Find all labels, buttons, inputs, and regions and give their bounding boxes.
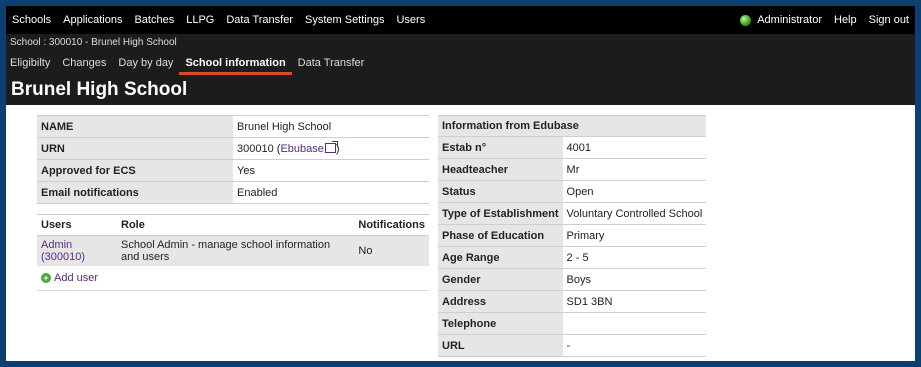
table-row: Telephone [438, 312, 707, 335]
user-role: School Admin - manage school information… [117, 235, 355, 266]
user-link[interactable]: Admin (300010) [37, 235, 117, 266]
page-title: Brunel High School [6, 75, 915, 105]
user-notifications: No [354, 235, 429, 266]
school-details-column: NAME Brunel High School URN 300010 (Ebub… [37, 115, 429, 291]
edubase-value [562, 312, 707, 335]
table-row: Phase of Education Primary [438, 224, 707, 247]
nav-schools[interactable]: Schools [12, 14, 51, 26]
tab-day-by-day[interactable]: Day by day [118, 51, 173, 75]
edubase-value: Open [562, 180, 707, 203]
edubase-value: 4001 [562, 136, 707, 159]
edubase-label: Address [438, 290, 563, 313]
approved-label: Approved for ECS [37, 159, 233, 182]
sub-tabs: Eligibilty Changes Day by day School inf… [6, 51, 915, 75]
table-row: Age Range 2 - 5 [438, 246, 707, 269]
school-info-row: Email notifications Enabled [37, 181, 429, 204]
plus-icon: + [41, 273, 51, 283]
edubase-label: Headteacher [438, 158, 563, 181]
signout-link[interactable]: Sign out [869, 14, 909, 26]
edubase-table: Information from Edubase Estab n° 4001 H… [438, 115, 707, 357]
edubase-column: Information from Edubase Estab n° 4001 H… [438, 115, 707, 357]
tab-eligibility[interactable]: Eligibilty [10, 51, 50, 75]
table-row: URL - [438, 334, 707, 357]
role-col-header: Role [117, 214, 355, 236]
table-row: Type of Establishment Voluntary Controll… [438, 202, 707, 225]
table-row: Address SD1 3BN [438, 290, 707, 313]
app-frame: Schools Applications Batches LLPG Data T… [6, 6, 915, 361]
online-status-icon [740, 14, 752, 26]
user-name[interactable]: Administrator [757, 14, 822, 26]
nav-system-settings[interactable]: System Settings [305, 14, 384, 26]
edubase-value: Boys [562, 268, 707, 291]
email-notifications-label: Email notifications [37, 181, 233, 204]
edubase-label: Type of Establishment [438, 202, 563, 225]
add-user-button[interactable]: + Add user [37, 266, 429, 291]
urn-value: 300010 [237, 142, 274, 155]
table-row: Status Open [438, 180, 707, 203]
users-col-header: Users [37, 214, 117, 236]
add-user-label: Add user [54, 272, 99, 284]
edubase-label: Gender [438, 268, 563, 291]
table-row: Gender Boys [438, 268, 707, 291]
edubase-value: Primary [562, 224, 707, 247]
nav-data-transfer[interactable]: Data Transfer [226, 14, 293, 26]
users-table: Users Role Notifications Admin (300010) … [37, 214, 429, 266]
tab-data-transfer[interactable]: Data Transfer [298, 51, 365, 75]
urn-label: URN [37, 137, 233, 160]
name-label: NAME [37, 115, 233, 138]
school-info-row: Approved for ECS Yes [37, 159, 429, 182]
edubase-label: Age Range [438, 246, 563, 269]
help-link[interactable]: Help [834, 14, 857, 26]
urn-value-cell: 300010 (Ebubase) [233, 137, 429, 160]
school-info-table: NAME Brunel High School URN 300010 (Ebub… [37, 115, 429, 204]
school-info-row: URN 300010 (Ebubase) [37, 137, 429, 160]
edubase-link[interactable]: Ebubase [280, 143, 323, 155]
edubase-label: Estab n° [438, 136, 563, 159]
nav-llpg[interactable]: LLPG [186, 14, 214, 26]
name-value: Brunel High School [233, 115, 429, 138]
nav-users[interactable]: Users [396, 14, 425, 26]
table-row: Headteacher Mr [438, 158, 707, 181]
external-link-icon[interactable] [324, 140, 338, 153]
school-info-row: NAME Brunel High School [37, 115, 429, 138]
nav-applications[interactable]: Applications [63, 14, 122, 26]
users-header-row: Users Role Notifications [37, 214, 429, 236]
edubase-value: 2 - 5 [562, 246, 707, 269]
table-row: Admin (300010) School Admin - manage sch… [37, 235, 429, 266]
top-nav: Schools Applications Batches LLPG Data T… [6, 6, 915, 34]
email-notifications-value: Enabled [233, 181, 429, 204]
notifications-col-header: Notifications [354, 214, 429, 236]
approved-value: Yes [233, 159, 429, 182]
breadcrumb: School : 300010 - Brunel High School [6, 34, 915, 51]
edubase-label: URL [438, 334, 563, 357]
edubase-label: Telephone [438, 312, 563, 335]
edubase-header-row: Information from Edubase [438, 115, 707, 137]
edubase-value: SD1 3BN [562, 290, 707, 313]
tab-school-information[interactable]: School information [179, 51, 292, 75]
edubase-value: Mr [562, 158, 707, 181]
table-row: Estab n° 4001 [438, 136, 707, 159]
user-status: Administrator [740, 14, 822, 26]
nav-batches[interactable]: Batches [134, 14, 174, 26]
edubase-value: - [562, 334, 707, 357]
edubase-value: Voluntary Controlled School [562, 202, 707, 225]
tab-changes[interactable]: Changes [62, 51, 106, 75]
edubase-label: Phase of Education [438, 224, 563, 247]
edubase-label: Status [438, 180, 563, 203]
edubase-title: Information from Edubase [438, 115, 707, 137]
